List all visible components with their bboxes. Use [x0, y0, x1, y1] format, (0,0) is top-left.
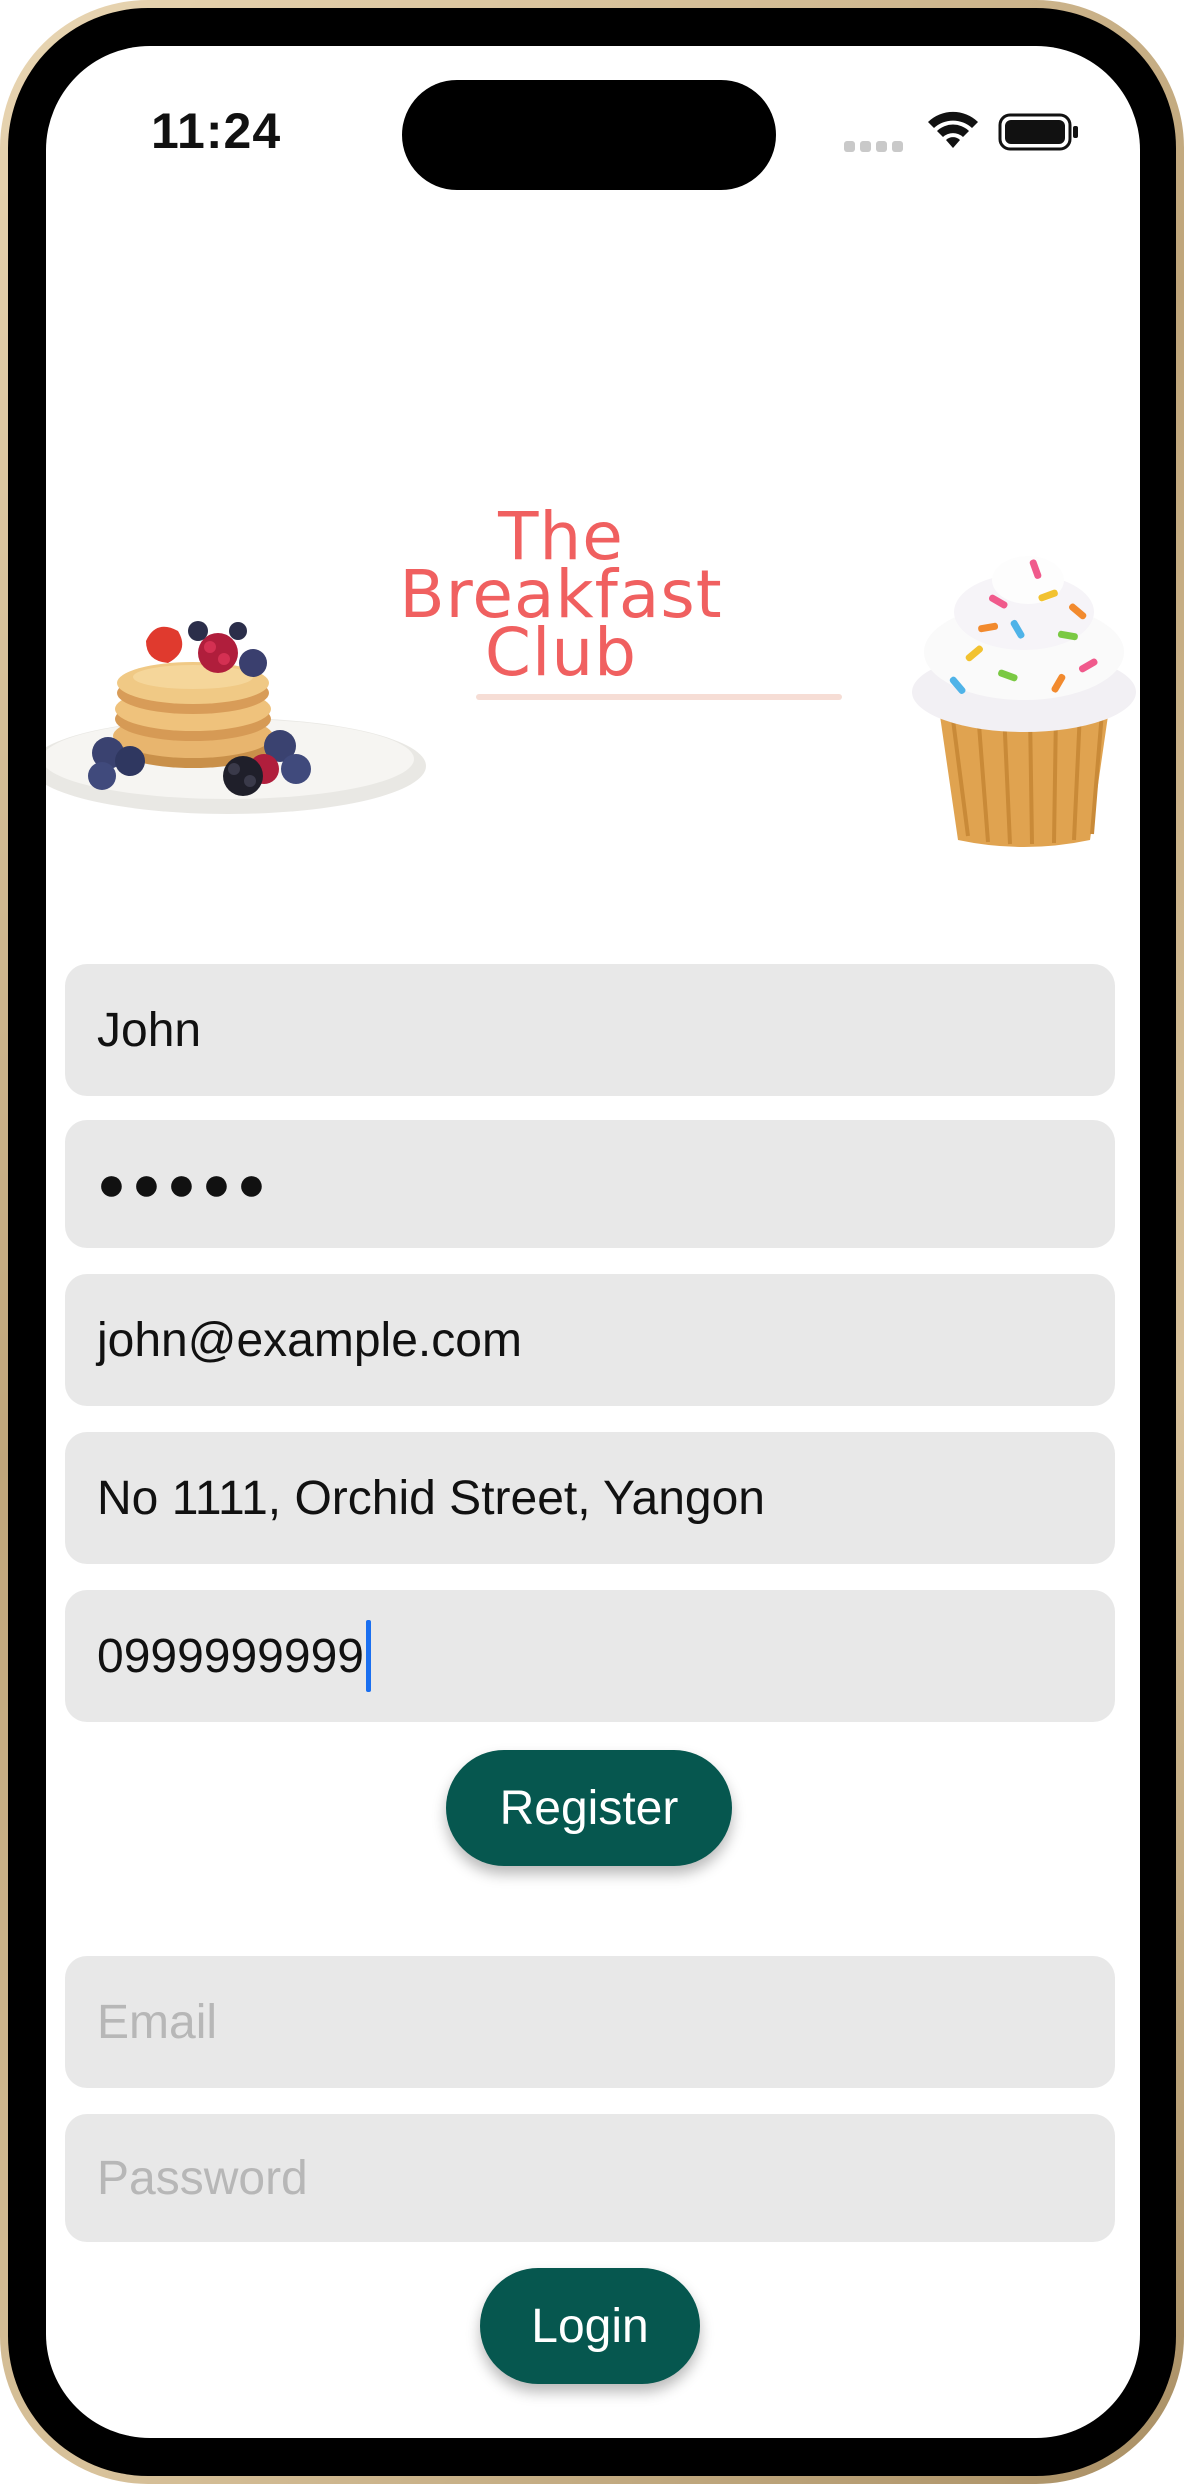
register-button[interactable]: Register: [446, 1750, 732, 1866]
status-time: 11:24: [151, 103, 282, 159]
password-field[interactable]: ●●●●●: [65, 1120, 1115, 1248]
brand-title-line-1: The Breakfast: [399, 498, 723, 633]
name-field[interactable]: John: [65, 964, 1115, 1096]
dynamic-island: [402, 80, 776, 190]
app-screen: 11:24 The Breakfast Club John ●●●●● john…: [46, 46, 1140, 2438]
address-field[interactable]: No 1111, Orchid Street, Yangon: [65, 1432, 1115, 1564]
login-email-placeholder: Email: [97, 1995, 218, 2049]
password-field-value: ●●●●●: [97, 1157, 272, 1211]
name-field-value: John: [97, 1003, 202, 1057]
address-field-value: No 1111, Orchid Street, Yangon: [97, 1471, 765, 1525]
wifi-icon: [928, 111, 978, 148]
phone-field[interactable]: 0999999999: [65, 1590, 1115, 1722]
battery-icon: [998, 113, 1078, 151]
brand-divider: [476, 694, 842, 700]
login-password-field[interactable]: Password: [65, 2114, 1115, 2242]
login-email-field[interactable]: Email: [65, 1956, 1115, 2088]
login-button[interactable]: Login: [480, 2268, 700, 2384]
email-field-value: john@example.com: [97, 1313, 522, 1367]
login-password-placeholder: Password: [97, 2151, 308, 2205]
cellular-signal-icon: [844, 141, 906, 153]
email-field[interactable]: john@example.com: [65, 1274, 1115, 1406]
cupcake-image: [912, 556, 1136, 847]
brand-title: The Breakfast Club: [371, 498, 751, 686]
phone-field-value: 0999999999: [97, 1629, 364, 1683]
text-caret: [365, 1620, 371, 1692]
